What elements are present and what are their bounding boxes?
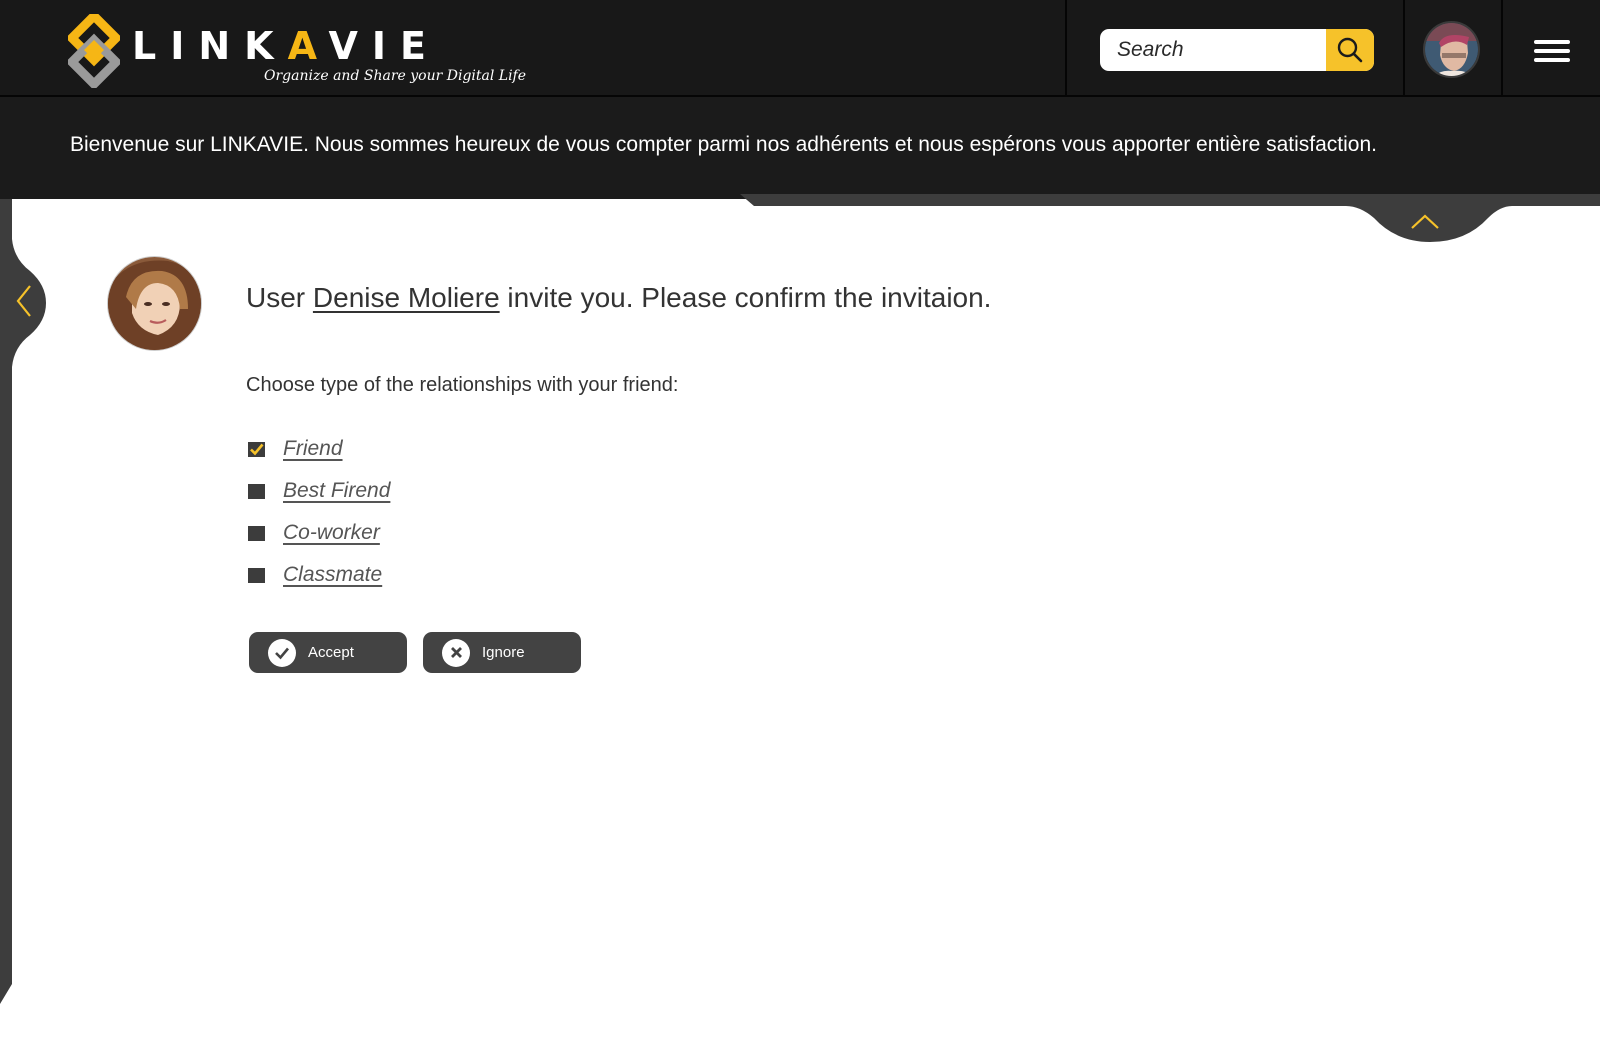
hamburger-menu-button[interactable] <box>1534 40 1570 62</box>
side-panel-toggle[interactable] <box>0 199 46 1004</box>
linkavie-logo[interactable]: LINKAVIE Organize and Share your Digital… <box>68 12 526 92</box>
search-button[interactable] <box>1326 29 1374 71</box>
magnifier-icon <box>1337 37 1363 63</box>
avatar-photo-icon <box>1425 23 1478 76</box>
option-label[interactable]: Classmate <box>283 563 382 587</box>
ignore-label: Ignore <box>482 644 525 661</box>
collapse-banner-tab[interactable] <box>740 194 1600 244</box>
relationship-option-friend[interactable]: Friend <box>248 428 390 470</box>
close-circle-icon <box>442 638 470 667</box>
welcome-message: Bienvenue sur LINKAVIE. Nous sommes heur… <box>70 133 1377 156</box>
header-divider <box>1403 0 1405 97</box>
relationship-option-best-friend[interactable]: Best Firend <box>248 470 390 512</box>
checkbox-unchecked[interactable] <box>248 483 265 499</box>
ignore-button[interactable]: Ignore <box>423 632 581 673</box>
top-header: LINKAVIE Organize and Share your Digital… <box>0 0 1600 97</box>
logo-tagline: Organize and Share your Digital Life <box>264 68 527 84</box>
header-divider <box>1065 0 1067 97</box>
header-divider <box>1501 0 1503 97</box>
relationship-option-co-worker[interactable]: Co-worker <box>248 512 390 554</box>
option-label[interactable]: Co-worker <box>283 521 380 545</box>
accept-button[interactable]: Accept <box>249 632 407 673</box>
invitation-message: User Denise Moliere invite you. Please c… <box>246 282 992 313</box>
relationship-options: Friend Best Firend Co-worker Classmate <box>248 428 390 596</box>
checkmark-icon <box>250 443 264 455</box>
option-label[interactable]: Friend <box>283 437 343 461</box>
option-label[interactable]: Best Firend <box>283 479 390 503</box>
inviter-name-link[interactable]: Denise Moliere <box>313 282 500 313</box>
search-box <box>1100 29 1374 71</box>
welcome-banner: Bienvenue sur LINKAVIE. Nous sommes heur… <box>0 97 1600 199</box>
inviter-photo-icon <box>108 257 201 350</box>
logo-diamond-icon <box>68 14 120 88</box>
search-input[interactable] <box>1100 29 1326 71</box>
checkbox-checked[interactable] <box>248 441 265 457</box>
user-avatar[interactable] <box>1423 21 1480 78</box>
inviter-avatar[interactable] <box>107 256 202 351</box>
relationship-option-classmate[interactable]: Classmate <box>248 554 390 596</box>
relationship-prompt: Choose type of the relationships with yo… <box>246 374 679 396</box>
check-circle-icon <box>268 638 296 667</box>
checkbox-unchecked[interactable] <box>248 525 265 541</box>
checkbox-unchecked[interactable] <box>248 567 265 583</box>
accept-label: Accept <box>308 644 354 661</box>
logo-wordmark: LINKAVIE <box>132 24 440 68</box>
